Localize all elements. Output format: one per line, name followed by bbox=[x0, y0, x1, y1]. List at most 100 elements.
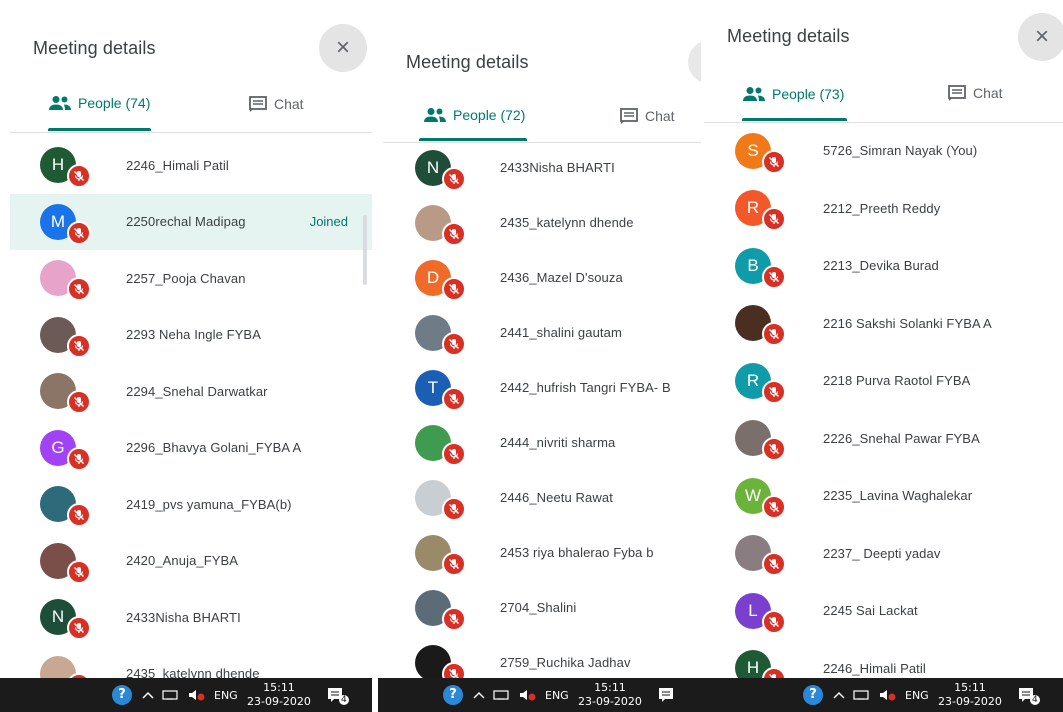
windows-taskbar: ? ENG 15:11 23-09-2020 4 bbox=[0, 678, 372, 712]
participant-list[interactable]: S 5726_Simran Nayak (You) R 2212_Preeth Red… bbox=[704, 122, 1063, 678]
participant-row[interactable]: 2294_Snehal Darwatkar bbox=[10, 363, 372, 420]
participant-row[interactable]: 2293 Neha Ingle FYBA bbox=[10, 307, 372, 364]
taskbar-slot: 15:11 23-09-2020 bbox=[578, 678, 642, 712]
participant-list[interactable]: H 2246_Himali Patil M 2250rechal Madipag Joi… bbox=[10, 137, 372, 678]
participant-row[interactable]: 2759_Ruchika Jadhav bbox=[383, 635, 701, 678]
people-icon bbox=[49, 96, 71, 110]
network-icon[interactable] bbox=[853, 689, 869, 701]
participant-row[interactable]: R 2218 Purva Raotol FYBA bbox=[704, 352, 1063, 410]
scrollbar-thumb[interactable] bbox=[363, 215, 367, 285]
mic-muted-badge bbox=[442, 496, 466, 521]
volume-muted-icon[interactable] bbox=[878, 688, 896, 702]
participant-name: 2293 Neha Ingle FYBA bbox=[126, 327, 261, 343]
participant-row[interactable]: 2420_Anuja_FYBA bbox=[10, 533, 372, 590]
mic-off-icon bbox=[74, 453, 84, 464]
tab-people[interactable]: People (74) bbox=[48, 95, 150, 111]
participant-name: 2446_Neetu Rawat bbox=[500, 490, 613, 505]
help-icon[interactable]: ? bbox=[803, 685, 823, 705]
participant-row[interactable]: 2435_katelynn dhende bbox=[10, 646, 372, 678]
participant-row[interactable]: M 2250rechal Madipag Joined bbox=[10, 193, 372, 250]
participant-name: 5726_Simran Nayak (You) bbox=[823, 143, 978, 159]
language-indicator[interactable]: ENG bbox=[905, 689, 929, 702]
close-button[interactable]: × bbox=[1018, 13, 1063, 61]
participant-row[interactable]: 2216 Sakshi Solanki FYBA A bbox=[704, 295, 1063, 353]
clock-date[interactable]: 23-09-2020 bbox=[247, 695, 311, 709]
participant-list[interactable]: N 2433Nisha BHARTI 2435_katelynn dhende D 24… bbox=[383, 140, 701, 678]
participant-row[interactable]: G 2296_Bhavya Golani_FYBA A bbox=[10, 420, 372, 477]
avatar-initial: B bbox=[747, 255, 759, 275]
participant-name: 2294_Snehal Darwatkar bbox=[126, 383, 268, 399]
close-button[interactable]: × bbox=[319, 24, 367, 72]
tab-chat-label: Chat bbox=[274, 96, 304, 112]
participant-row[interactable]: D 2436_Mazel D'souza bbox=[383, 250, 701, 305]
participant-row[interactable]: W 2235_Lavina Waghalekar bbox=[704, 467, 1063, 525]
mic-muted-badge bbox=[67, 446, 91, 471]
mic-muted-badge bbox=[67, 390, 91, 415]
participant-row[interactable]: 2257_Pooja Chavan bbox=[10, 250, 372, 307]
tab-chat[interactable]: Chat bbox=[619, 107, 675, 125]
clock-date[interactable]: 23-09-2020 bbox=[578, 695, 642, 709]
help-icon[interactable]: ? bbox=[112, 685, 132, 705]
tab-chat[interactable]: Chat bbox=[947, 84, 1003, 102]
notification-count: 4 bbox=[339, 695, 349, 705]
avatar bbox=[735, 420, 786, 462]
tab-chat[interactable]: Chat bbox=[248, 95, 304, 113]
participant-row[interactable]: 2444_nivriti sharma bbox=[383, 415, 701, 470]
participant-row[interactable]: H 2246_Himali Patil bbox=[704, 640, 1063, 678]
tab-people[interactable]: People (73) bbox=[742, 86, 844, 102]
taskbar-slot: ENG bbox=[545, 678, 569, 712]
chevron-up-icon[interactable] bbox=[142, 691, 154, 699]
language-indicator[interactable]: ENG bbox=[545, 689, 569, 702]
mic-off-icon bbox=[449, 173, 459, 184]
taskbar-slot: ? bbox=[803, 678, 823, 712]
chevron-up-icon[interactable] bbox=[833, 691, 845, 699]
participant-row[interactable]: 2226_Snehal Pawar FYBA bbox=[704, 410, 1063, 468]
help-icon[interactable]: ? bbox=[443, 685, 463, 705]
mic-muted-badge bbox=[67, 503, 91, 528]
avatar-initial: H bbox=[51, 155, 65, 175]
clock-time[interactable]: 15:11 bbox=[263, 681, 295, 695]
participant-row[interactable]: 2453 riya bhalerao Fyba b bbox=[383, 525, 701, 580]
participant-row[interactable]: L 2245 Sai Lackat bbox=[704, 582, 1063, 640]
panel-title: Meeting details bbox=[727, 26, 850, 46]
chevron-up-icon[interactable] bbox=[473, 691, 485, 699]
avatar bbox=[40, 486, 91, 528]
participant-name: 2441_shalini gautam bbox=[500, 325, 622, 340]
taskbar-slot: ENG bbox=[905, 678, 929, 712]
clock-time[interactable]: 15:11 bbox=[594, 681, 626, 695]
divider bbox=[10, 132, 372, 133]
network-icon[interactable] bbox=[493, 689, 509, 701]
network-icon[interactable] bbox=[162, 689, 178, 701]
avatar-initial: N bbox=[51, 607, 65, 627]
mic-muted-badge bbox=[762, 552, 786, 577]
participant-row[interactable]: 2446_Neetu Rawat bbox=[383, 470, 701, 525]
participant-row[interactable]: T 2442_hufrish Tangri FYBA- B bbox=[383, 360, 701, 415]
participant-name: 2257_Pooja Chavan bbox=[126, 270, 246, 286]
tab-people[interactable]: People (72) bbox=[423, 107, 525, 123]
volume-muted-icon[interactable] bbox=[187, 688, 205, 702]
participant-name: 2444_nivriti sharma bbox=[500, 435, 616, 450]
language-indicator[interactable]: ENG bbox=[214, 689, 238, 702]
participant-row[interactable]: 2435_katelynn dhende bbox=[383, 195, 701, 250]
chat-icon bbox=[948, 85, 966, 101]
participant-row[interactable]: 2704_Shalini bbox=[383, 580, 701, 635]
participant-row[interactable]: B 2213_Devika Burad bbox=[704, 237, 1063, 295]
participant-row[interactable]: N 2433Nisha BHARTI bbox=[10, 589, 372, 646]
mic-off-icon bbox=[449, 228, 459, 239]
participant-row[interactable]: 2237_ Deepti yadav bbox=[704, 525, 1063, 583]
taskbar-slot bbox=[162, 678, 178, 712]
participant-name: 2419_pvs yamuna_FYBA(b) bbox=[126, 496, 292, 512]
clock-time[interactable]: 15:11 bbox=[954, 681, 986, 695]
taskbar-slot bbox=[833, 678, 845, 712]
participant-row[interactable]: 2419_pvs yamuna_FYBA(b) bbox=[10, 476, 372, 533]
participant-row[interactable]: R 2212_Preeth Reddy bbox=[704, 180, 1063, 238]
notification-icon[interactable] bbox=[658, 687, 676, 703]
participant-name: 2226_Snehal Pawar FYBA bbox=[823, 430, 980, 446]
clock-date[interactable]: 23-09-2020 bbox=[938, 695, 1002, 709]
participant-row[interactable]: 2441_shalini gautam bbox=[383, 305, 701, 360]
participant-row[interactable]: S 5726_Simran Nayak (You) bbox=[704, 122, 1063, 180]
participant-row[interactable]: N 2433Nisha BHARTI bbox=[383, 140, 701, 195]
participant-row[interactable]: H 2246_Himali Patil bbox=[10, 137, 372, 194]
volume-muted-icon[interactable] bbox=[518, 688, 536, 702]
close-button[interactable] bbox=[688, 40, 701, 84]
